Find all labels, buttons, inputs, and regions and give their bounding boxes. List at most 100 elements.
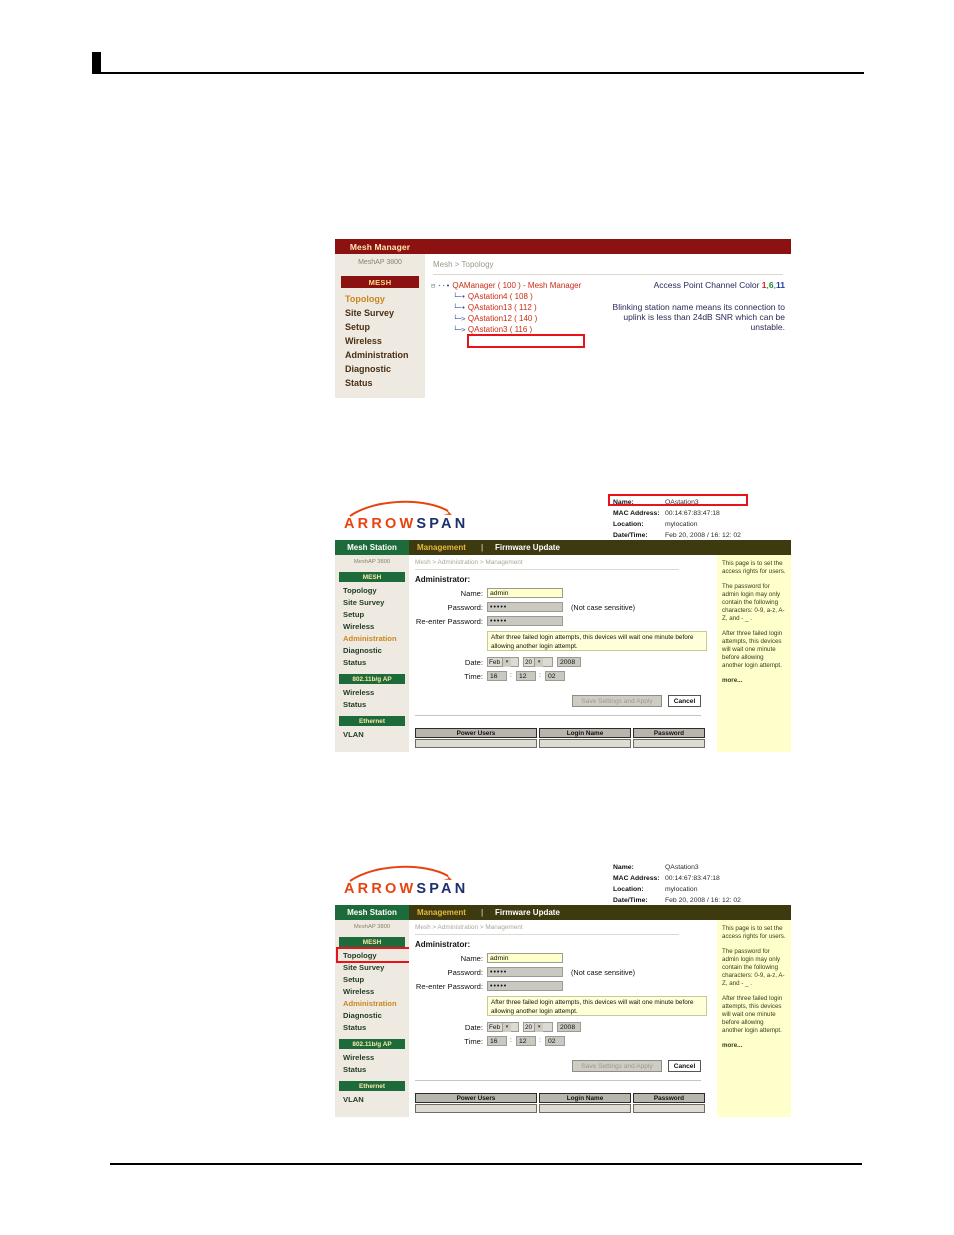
tree-node-label[interactable]: QAstation3 ( 116 ) (468, 325, 532, 334)
save-settings-button[interactable]: Save Settings and Apply (572, 1060, 662, 1072)
tab-mesh-station[interactable]: Mesh Station (335, 905, 409, 920)
time-hour-input[interactable]: 16 (487, 671, 507, 681)
time-hour-input[interactable]: 16 (487, 1036, 507, 1046)
device-info-value: Feb 20, 2008 / 16: 12: 02 (665, 532, 741, 539)
time-label: Time: (464, 1037, 483, 1046)
tree-node-label[interactable]: QAstation4 ( 108 ) (468, 292, 533, 301)
tab-firmware-update[interactable]: Firmware Update (495, 905, 560, 920)
sidebar-group-80211bg-ap: 802.11b/g AP (339, 1039, 405, 1049)
tree-node-label[interactable]: QAstation12 ( 140 ) (468, 314, 537, 323)
sidebar-item-status[interactable]: Status (343, 1023, 366, 1032)
sidebar-item-diagnostic[interactable]: Diagnostic (345, 364, 391, 374)
tree-child-row[interactable]: └─• QAstation13 ( 112 ) (431, 302, 581, 313)
date-month-select[interactable]: Feb ▾ (487, 1022, 519, 1032)
sidebar-item-site-survey[interactable]: Site Survey (343, 963, 384, 972)
table-cell[interactable] (539, 739, 631, 748)
cancel-button[interactable]: Cancel (668, 695, 701, 707)
date-month-select[interactable]: Feb ▾ (487, 657, 519, 667)
reenter-password-input[interactable]: ••••• (487, 981, 563, 991)
sidebar-item-wireless[interactable]: Wireless (345, 336, 382, 346)
time-minute-input[interactable]: 12 (516, 1036, 536, 1046)
password-label: Password: (447, 968, 483, 977)
save-settings-button[interactable]: Save Settings and Apply (572, 695, 662, 707)
table-cell[interactable] (415, 1104, 537, 1113)
sidebar-item-status[interactable]: Status (345, 378, 373, 388)
time-second-input[interactable]: 02 (545, 1036, 565, 1046)
sidebar-item-topology[interactable]: Topology (343, 586, 377, 595)
tab-separator: | (481, 908, 484, 917)
device-info-value: mylocation (665, 886, 698, 893)
sidebar-item-setup[interactable]: Setup (343, 610, 364, 619)
help-more-link[interactable]: more... (722, 1042, 786, 1050)
sidebar-item-diagnostic[interactable]: Diagnostic (343, 646, 382, 655)
time-separator: : (510, 1037, 512, 1044)
sidebar-item-site-survey[interactable]: Site Survey (345, 308, 394, 318)
sidebar-item-administration[interactable]: Administration (345, 350, 409, 360)
time-second-input[interactable]: 02 (545, 671, 565, 681)
tree-child-row[interactable]: └─> QAstation12 ( 140 ) (431, 313, 581, 324)
figure-management-topology-highlight: ARROWSPAN Name: QAstation3 MAC Address: 00… (335, 859, 791, 1117)
figure-management-name-highlight: ARROWSPAN Name: QAstation3 MAC Address: 00… (335, 494, 791, 752)
device-info-value: Feb 20, 2008 / 16: 12: 02 (665, 897, 741, 904)
chevron-down-icon[interactable]: ▾ (534, 657, 544, 667)
channel-legend-label: Access Point Channel Color (653, 280, 762, 290)
table-cell[interactable] (539, 1104, 631, 1113)
sidebar-item-ap-status[interactable]: Status (343, 1065, 366, 1074)
sidebar-item-wireless[interactable]: Wireless (343, 987, 374, 996)
breadcrumb-rule (433, 274, 783, 275)
sidebar-item-administration[interactable]: Administration (343, 999, 397, 1008)
sidebar-item-ap-status[interactable]: Status (343, 700, 366, 709)
table-cell[interactable] (415, 739, 537, 748)
reenter-password-input[interactable]: ••••• (487, 616, 563, 626)
date-day-select[interactable]: 20 ▾ (523, 657, 553, 667)
tab-management[interactable]: Management (417, 540, 466, 555)
date-year-input[interactable]: 2008 (557, 1022, 581, 1032)
date-label: Date: (464, 658, 483, 667)
date-day-select[interactable]: 20 ▾ (523, 1022, 553, 1032)
device-info-row-location: Location: mylocation (613, 519, 788, 530)
table-cell[interactable] (633, 1104, 705, 1113)
sidebar: MeshAP 3800 MESH Topology Site Survey Se… (335, 254, 425, 398)
tab-firmware-update[interactable]: Firmware Update (495, 540, 560, 555)
sidebar-item-site-survey[interactable]: Site Survey (343, 598, 384, 607)
cancel-button[interactable]: Cancel (668, 1060, 701, 1072)
password-input[interactable]: ••••• (487, 602, 563, 612)
sidebar-item-ap-wireless[interactable]: Wireless (343, 1053, 374, 1062)
tab-management[interactable]: Management (417, 905, 466, 920)
sidebar-item-vlan[interactable]: VLAN (343, 1095, 364, 1104)
sidebar-item-status[interactable]: Status (343, 658, 366, 667)
sidebar-item-setup[interactable]: Setup (343, 975, 364, 984)
sidebar-item-setup[interactable]: Setup (345, 322, 370, 332)
name-input[interactable]: admin (487, 953, 563, 963)
tree-child-row[interactable]: └─• QAstation4 ( 108 ) (431, 291, 581, 302)
chevron-down-icon[interactable]: ▾ (534, 1022, 544, 1032)
breadcrumb: Mesh > Administration > Management (415, 924, 523, 931)
tab-mesh-station[interactable]: Mesh Station (335, 540, 409, 555)
time-label: Time: (464, 672, 483, 681)
name-input[interactable]: admin (487, 588, 563, 598)
chevron-down-icon[interactable]: ▾ (502, 1022, 512, 1032)
expand-collapse-icon[interactable]: ⊟ (431, 282, 435, 290)
password-input[interactable]: ••••• (487, 967, 563, 977)
sidebar-item-topology[interactable]: Topology (345, 294, 385, 304)
table-cell[interactable] (633, 739, 705, 748)
tree-root-row[interactable]: ⊟ ··• QAManager ( 100 ) - Mesh Manager (431, 280, 581, 291)
sidebar-item-diagnostic[interactable]: Diagnostic (343, 1011, 382, 1020)
not-case-sensitive-hint: (Not case sensitive) (571, 603, 636, 612)
help-paragraph-1: This page is to set the access rights fo… (722, 925, 786, 940)
device-info-key: Name: (613, 864, 634, 871)
tree-node-label[interactable]: QAManager ( 100 ) - Mesh Manager (452, 281, 581, 290)
table-header-power-users: Power Users (415, 1093, 537, 1103)
time-minute-input[interactable]: 12 (516, 671, 536, 681)
sidebar-item-wireless[interactable]: Wireless (343, 622, 374, 631)
device-info-value: 00:14:67:83:47:18 (665, 510, 720, 517)
sidebar-item-administration[interactable]: Administration (343, 634, 397, 643)
date-year-input[interactable]: 2008 (557, 657, 581, 667)
table-header-power-users: Power Users (415, 728, 537, 738)
tree-node-label[interactable]: QAstation13 ( 112 ) (468, 303, 537, 312)
sidebar-item-ap-wireless[interactable]: Wireless (343, 688, 374, 697)
chevron-down-icon[interactable]: ▾ (502, 657, 512, 667)
logo-arrow-text: ARROW (344, 516, 417, 532)
sidebar-item-vlan[interactable]: VLAN (343, 730, 364, 739)
help-more-link[interactable]: more... (722, 677, 786, 685)
